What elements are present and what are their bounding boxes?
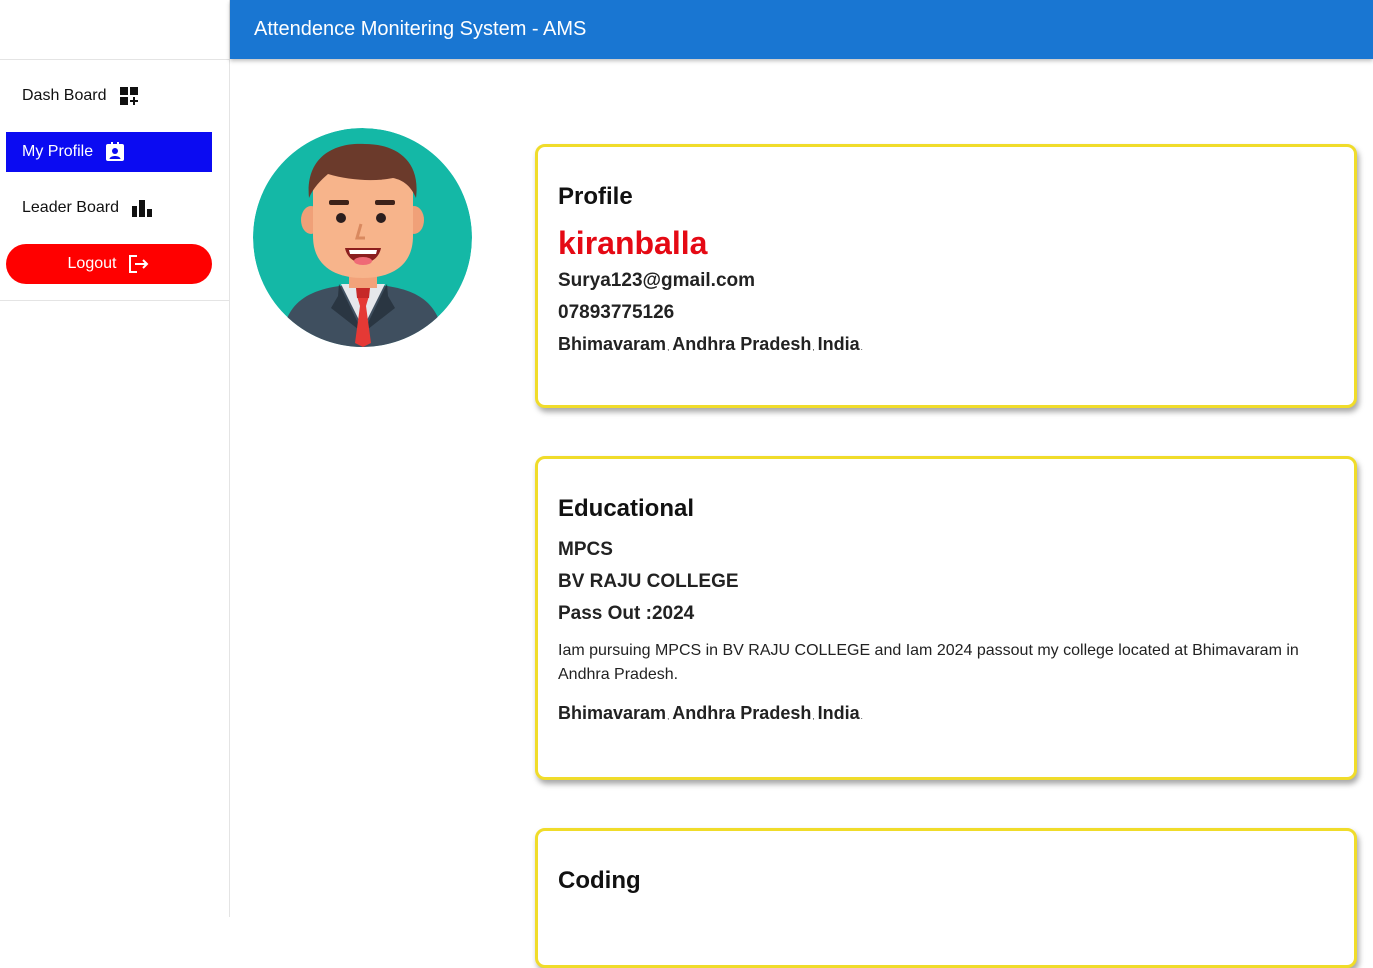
profile-country: India: [817, 334, 860, 354]
contact-icon: [105, 142, 125, 162]
education-passout: Pass Out :2024: [558, 603, 695, 624]
bar-chart-icon: [131, 198, 153, 218]
education-state: Andhra Pradesh: [672, 703, 812, 723]
dashboard-icon: [119, 86, 139, 106]
sidebar-item-label: Leader Board: [22, 199, 119, 216]
sidebar: Dash Board My Profile Leader Board Logou…: [0, 0, 230, 917]
sidebar-nav: Dash Board My Profile Leader Board Logou…: [0, 60, 229, 301]
sidebar-item-label: My Profile: [22, 143, 94, 160]
education-address: Bhimavaram, Andhra Pradesh, India.: [558, 703, 863, 723]
logout-button[interactable]: Logout: [6, 244, 212, 284]
educational-heading: Educational: [558, 495, 695, 522]
profile-name: kiranballa: [558, 225, 708, 261]
profile-state: Andhra Pradesh: [672, 334, 812, 354]
educational-card: Educational MPCS BV RAJU COLLEGE Pass Ou…: [535, 456, 1357, 780]
education-country: India: [817, 703, 860, 723]
profile-card: Profile kiranballa Surya123@gmail.com 07…: [535, 144, 1357, 408]
logout-icon: [128, 254, 150, 274]
logout-label: Logout: [67, 255, 117, 272]
coding-heading: Coding: [558, 867, 641, 894]
sidebar-item-label: Dash Board: [22, 87, 107, 104]
education-description: Iam pursuing MPCS in BV RAJU COLLEGE and…: [558, 642, 1299, 683]
profile-city: Bhimavaram: [558, 334, 667, 354]
app-header: Attendence Monitering System - AMS: [230, 0, 1373, 59]
avatar: [253, 128, 472, 347]
sidebar-item-leader-board[interactable]: Leader Board: [6, 188, 212, 228]
profile-phone: 07893775126: [558, 302, 675, 323]
education-course: MPCS: [558, 539, 613, 560]
profile-address: Bhimavaram, Andhra Pradesh, India.: [558, 334, 863, 354]
app-title: Attendence Monitering System - AMS: [254, 18, 587, 40]
sidebar-item-my-profile[interactable]: My Profile: [6, 132, 212, 172]
sidebar-item-dashboard[interactable]: Dash Board: [6, 76, 212, 116]
coding-card: Coding: [535, 828, 1357, 968]
profile-heading: Profile: [558, 183, 633, 210]
profile-email: Surya123@gmail.com: [558, 270, 756, 291]
education-city: Bhimavaram: [558, 703, 667, 723]
education-college: BV RAJU COLLEGE: [558, 571, 739, 592]
sidebar-header: [0, 0, 229, 60]
